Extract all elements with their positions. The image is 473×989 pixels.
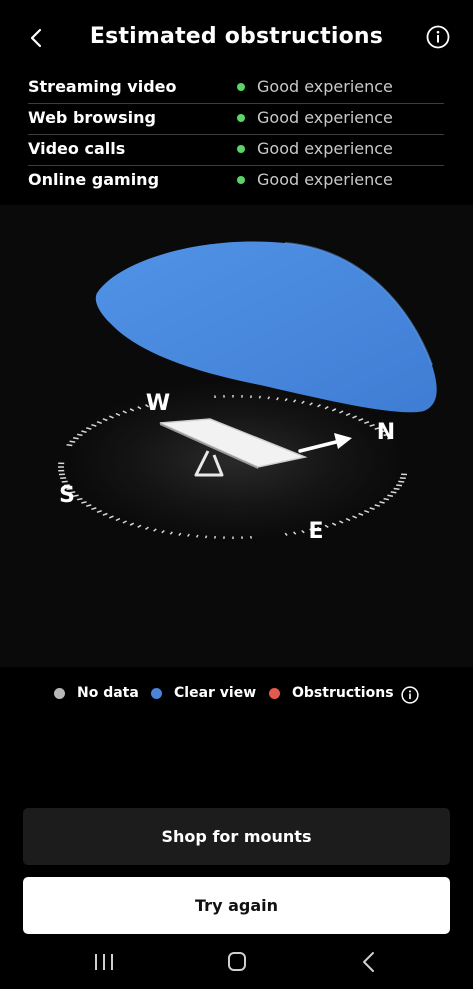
metric-row: Online gaming Good experience: [28, 166, 444, 196]
compass-tick: [69, 440, 76, 443]
compass-east: E: [308, 519, 323, 544]
legend-label: Obstructions: [292, 685, 394, 701]
obstructions-dot: [269, 687, 280, 699]
compass-north: N: [377, 420, 395, 445]
legend-info-button[interactable]: [401, 686, 419, 704]
compass-tick: [393, 487, 400, 490]
compass-tick: [379, 501, 385, 504]
compass-tick: [387, 494, 394, 498]
nav-home-button[interactable]: [222, 950, 252, 974]
header: Estimated obstructions: [0, 0, 473, 76]
compass-tick: [129, 522, 135, 526]
system-nav-bar: [0, 940, 473, 989]
compass-tick: [204, 535, 208, 539]
back-icon: [363, 952, 374, 972]
metric-status: Good experience: [257, 170, 393, 189]
info-button[interactable]: [426, 25, 450, 49]
compass-tick: [102, 512, 108, 516]
shop-for-mounts-button[interactable]: Shop for mounts: [23, 808, 450, 865]
compass-tick: [213, 535, 217, 539]
status-dot: [237, 114, 245, 122]
compass-tick: [86, 504, 92, 507]
compass-tick: [91, 507, 97, 511]
compass-tick: [61, 480, 68, 483]
compass-tick: [96, 509, 102, 514]
compass-tick: [258, 395, 262, 399]
compass-tick: [76, 497, 83, 501]
recents-icon: [95, 954, 113, 970]
compass-tick: [249, 395, 253, 399]
metric-label: Online gaming: [28, 170, 160, 189]
compass-tick: [137, 524, 142, 529]
metric-row: Streaming video Good experience: [28, 73, 444, 104]
info-icon: [426, 25, 450, 49]
no-data-dot: [54, 687, 65, 699]
experience-list: Streaming video Good experience Web brow…: [28, 73, 444, 196]
status-dot: [237, 145, 245, 153]
home-icon: [228, 952, 246, 971]
metric-label: Streaming video: [28, 77, 177, 96]
status-dot: [237, 176, 245, 184]
compass-tick: [390, 491, 397, 494]
compass-tick: [122, 520, 127, 524]
status-dot: [237, 83, 245, 91]
compass-tick: [109, 515, 114, 519]
nav-back-button[interactable]: [354, 950, 384, 974]
compass-tick: [72, 436, 79, 440]
compass-south: S: [59, 483, 75, 508]
nav-recents-button[interactable]: [89, 950, 119, 974]
metric-status: Good experience: [257, 139, 393, 158]
legend-label: No data: [77, 685, 139, 701]
metric-status: Good experience: [257, 77, 393, 96]
info-icon: [401, 686, 419, 704]
metric-status: Good experience: [257, 108, 393, 127]
legend-label: Clear view: [174, 685, 257, 701]
compass-tick: [396, 484, 403, 487]
compass-tick: [369, 507, 375, 511]
legend-item-clear-view: Clear view: [151, 685, 256, 701]
obstruction-visualization[interactable]: W N S E: [0, 205, 473, 667]
metric-label: Web browsing: [28, 108, 156, 127]
metric-label: Video calls: [28, 139, 126, 158]
page-title: Estimated obstructions: [89, 24, 384, 49]
compass-tick: [66, 444, 73, 447]
legend-item-obstructions: Obstructions: [269, 685, 394, 701]
compass-tick: [213, 395, 217, 399]
compass-tick: [81, 501, 87, 504]
compass-tick: [249, 535, 253, 539]
compass-tick: [115, 517, 121, 522]
compass-tick: [374, 504, 380, 507]
legend-item-no-data: No data: [54, 685, 139, 701]
compass-tick: [383, 497, 390, 501]
metric-row: Video calls Good experience: [28, 135, 444, 166]
compass-west: W: [146, 391, 170, 416]
clear-view-dot: [151, 687, 162, 699]
metric-row: Web browsing Good experience: [28, 104, 444, 135]
compass-tick: [398, 480, 405, 483]
obstruction-map: W N S E: [58, 241, 437, 544]
try-again-button[interactable]: Try again: [23, 877, 450, 934]
legend: No data Clear view Obstructions: [0, 685, 473, 707]
